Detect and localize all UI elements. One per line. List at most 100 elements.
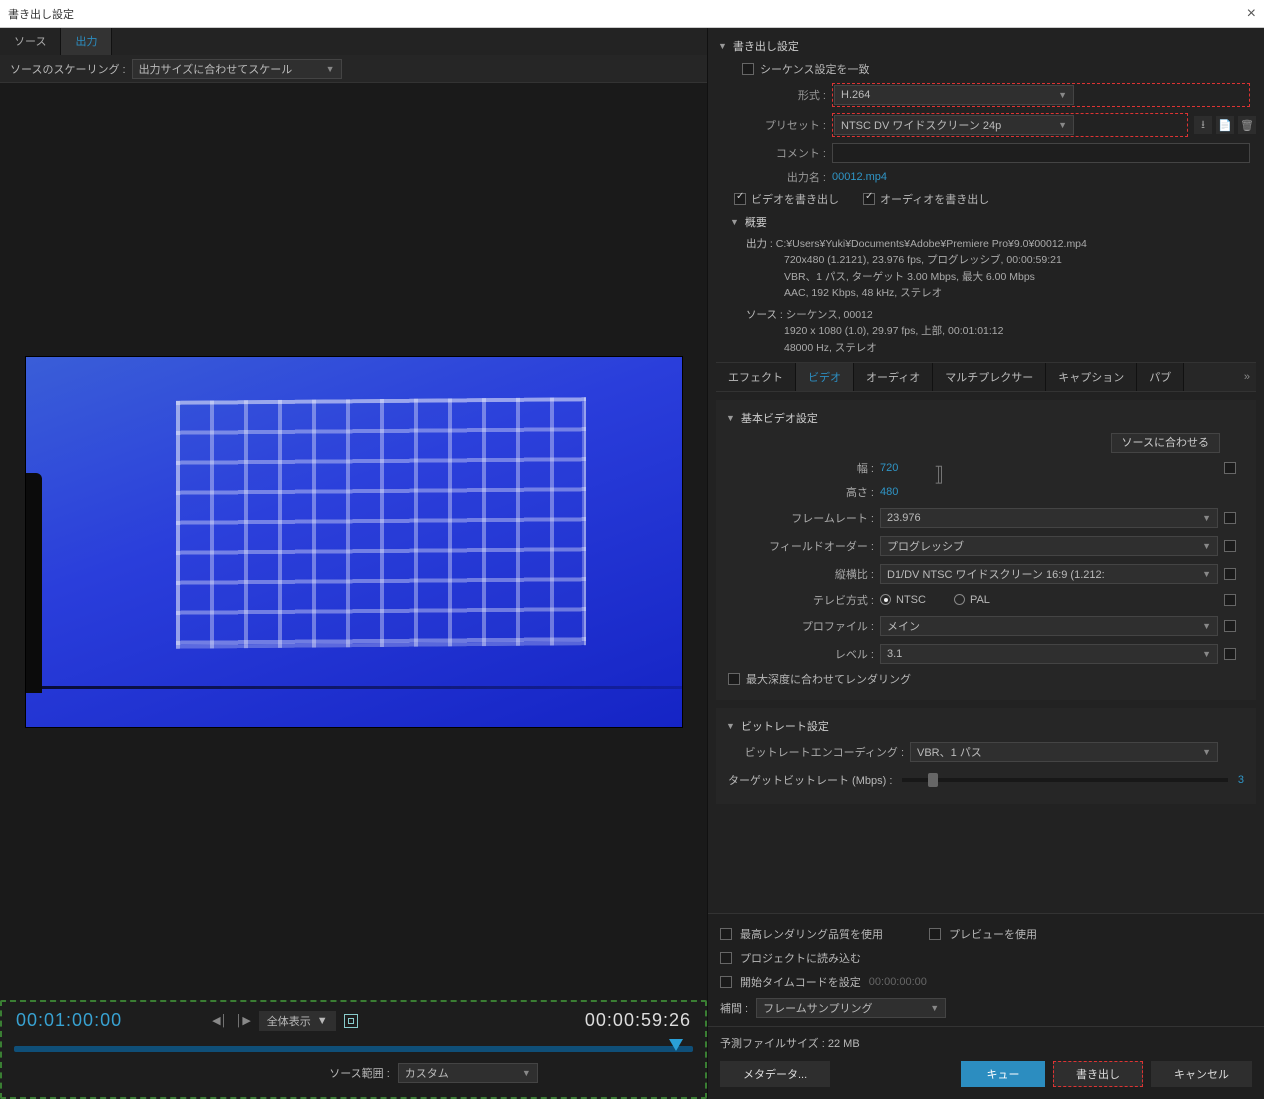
- timecode-in[interactable]: 00:01:00:00: [16, 1010, 122, 1031]
- max-quality-checkbox[interactable]: [720, 928, 732, 940]
- pal-label: PAL: [970, 594, 990, 606]
- timeline-panel: 00:01:00:00 ◀│ │▶ 全体表示▼ 00:00:59:26 ソース範…: [0, 1000, 707, 1099]
- twirl-down-icon: ▼: [726, 721, 735, 731]
- tab-effects[interactable]: エフェクト: [716, 363, 796, 391]
- max-depth-label: 最大深度に合わせてレンダリング: [746, 671, 911, 687]
- summary-source-name: シーケンス, 00012: [786, 309, 873, 321]
- profile-lock-checkbox[interactable]: [1224, 620, 1236, 632]
- height-value[interactable]: 480: [880, 486, 1218, 498]
- aspect-dropdown[interactable]: D1/DV NTSC ワイドスクリーン 16:9 (1.212:▼: [880, 564, 1218, 584]
- start-timecode-label: 開始タイムコードを設定: [740, 974, 861, 990]
- match-sequence-checkbox[interactable]: [742, 63, 754, 75]
- comment-input[interactable]: [832, 143, 1250, 163]
- step-fwd-icon[interactable]: │▶: [235, 1014, 250, 1027]
- bitrate-header[interactable]: ▼ ビットレート設定: [724, 714, 1248, 738]
- profile-dropdown[interactable]: メイン▼: [880, 616, 1218, 636]
- cancel-button[interactable]: キャンセル: [1151, 1061, 1252, 1087]
- output-name-label: 出力名 :: [726, 169, 826, 185]
- export-audio-checkbox[interactable]: [863, 193, 875, 205]
- match-source-button[interactable]: ソースに合わせる: [1111, 433, 1220, 453]
- source-range-dropdown[interactable]: カスタム▼: [398, 1063, 538, 1083]
- level-label: レベル :: [724, 646, 874, 662]
- crop-icon[interactable]: [344, 1014, 358, 1028]
- close-icon[interactable]: ×: [1247, 5, 1256, 23]
- pal-radio[interactable]: [954, 594, 965, 605]
- caret-down-icon: ▼: [1202, 621, 1211, 631]
- tv-lock-checkbox[interactable]: [1224, 594, 1236, 606]
- summary-header[interactable]: ▼ 概要: [716, 210, 1256, 234]
- link-dimensions-icon[interactable]: ⟧: [934, 462, 944, 487]
- caret-down-icon: ▼: [1202, 747, 1211, 757]
- export-video-checkbox[interactable]: [734, 193, 746, 205]
- save-preset-icon[interactable]: ⭳: [1194, 116, 1212, 134]
- summary-source-video: 1920 x 1080 (1.0), 29.97 fps, 上部, 00:01:…: [784, 323, 1003, 339]
- caret-down-icon: ▼: [326, 64, 335, 74]
- tab-caption[interactable]: キャプション: [1046, 363, 1137, 391]
- queue-button[interactable]: キュー: [961, 1061, 1045, 1087]
- start-timecode-value: 00:00:00:00: [869, 976, 927, 988]
- profile-label: プロファイル :: [724, 618, 874, 634]
- summary-output-label: 出力 :: [746, 238, 773, 250]
- width-lock-checkbox[interactable]: [1224, 462, 1236, 474]
- level-lock-checkbox[interactable]: [1224, 648, 1236, 660]
- summary-output-audio: AAC, 192 Kbps, 48 kHz, ステレオ: [784, 285, 942, 301]
- import-project-label: プロジェクトに読み込む: [740, 950, 861, 966]
- tab-video[interactable]: ビデオ: [796, 363, 854, 391]
- fps-lock-checkbox[interactable]: [1224, 512, 1236, 524]
- import-project-checkbox[interactable]: [720, 952, 732, 964]
- preset-label: プリセット :: [726, 117, 826, 133]
- summary-source-audio: 48000 Hz, ステレオ: [784, 340, 877, 356]
- summary-output-bitrate: VBR、1 パス, ターゲット 3.00 Mbps, 最大 6.00 Mbps: [784, 269, 1035, 285]
- aspect-lock-checkbox[interactable]: [1224, 568, 1236, 580]
- target-bitrate-label: ターゲットビットレート (Mbps) :: [728, 772, 892, 788]
- scaling-dropdown[interactable]: 出力サイズに合わせてスケール ▼: [132, 59, 342, 79]
- tabs-overflow-icon[interactable]: »: [1238, 371, 1256, 383]
- max-depth-checkbox[interactable]: [728, 673, 740, 685]
- field-lock-checkbox[interactable]: [1224, 540, 1236, 552]
- basic-video-header[interactable]: ▼ 基本ビデオ設定: [724, 406, 1248, 430]
- tab-publish[interactable]: パブ: [1137, 363, 1184, 391]
- comment-label: コメント :: [726, 145, 826, 161]
- step-back-icon[interactable]: ◀│: [212, 1014, 227, 1027]
- filesize-value: 22 MB: [828, 1038, 860, 1050]
- summary-output-video: 720x480 (1.2121), 23.976 fps, プログレッシブ, 0…: [784, 252, 1062, 268]
- twirl-down-icon: ▼: [726, 413, 735, 423]
- preview-content-grid: [176, 397, 586, 649]
- output-name-link[interactable]: 00012.mp4: [832, 171, 1250, 183]
- width-label: 幅 :: [724, 460, 874, 476]
- import-preset-icon[interactable]: 📄: [1216, 116, 1234, 134]
- max-quality-label: 最高レンダリング品質を使用: [740, 926, 883, 942]
- export-button[interactable]: 書き出し: [1053, 1061, 1143, 1087]
- preset-dropdown[interactable]: NTSC DV ワイドスクリーン 24p▼: [834, 115, 1074, 135]
- bitrate-encoding-dropdown[interactable]: VBR、1 パス▼: [910, 742, 1218, 762]
- preview-frame: [25, 356, 683, 728]
- use-preview-checkbox[interactable]: [929, 928, 941, 940]
- framerate-dropdown[interactable]: 23.976▼: [880, 508, 1218, 528]
- tab-audio[interactable]: オーディオ: [854, 363, 933, 391]
- zoom-fit-dropdown[interactable]: 全体表示▼: [259, 1011, 336, 1031]
- delete-preset-icon[interactable]: 🗑: [1238, 116, 1256, 134]
- target-bitrate-value[interactable]: 3: [1238, 774, 1244, 786]
- summary-output-path: C:¥Users¥Yuki¥Documents¥Adobe¥Premiere P…: [776, 238, 1087, 250]
- timecode-out[interactable]: 00:00:59:26: [585, 1010, 691, 1031]
- caret-down-icon: ▼: [1202, 541, 1211, 551]
- caret-down-icon: ▼: [930, 1003, 939, 1013]
- fieldorder-dropdown[interactable]: プログレッシブ▼: [880, 536, 1218, 556]
- ntsc-radio[interactable]: [880, 594, 891, 605]
- width-value[interactable]: 720: [880, 462, 1218, 474]
- level-dropdown[interactable]: 3.1▼: [880, 644, 1218, 664]
- target-bitrate-slider[interactable]: [902, 778, 1227, 782]
- interpolation-dropdown[interactable]: フレームサンプリング▼: [756, 998, 946, 1018]
- metadata-button[interactable]: メタデータ...: [720, 1061, 830, 1087]
- ntsc-label: NTSC: [896, 594, 926, 606]
- start-timecode-checkbox[interactable]: [720, 976, 732, 988]
- caret-down-icon: ▼: [1202, 513, 1211, 523]
- tab-multiplexer[interactable]: マルチプレクサー: [933, 363, 1046, 391]
- filesize-label: 予測ファイルサイズ :: [720, 1038, 825, 1050]
- tab-source[interactable]: ソース: [0, 28, 61, 55]
- export-settings-header[interactable]: ▼ 書き出し設定: [716, 34, 1256, 58]
- tab-output[interactable]: 出力: [61, 28, 112, 55]
- scaling-label: ソースのスケーリング :: [10, 61, 126, 77]
- timeline-track[interactable]: [14, 1041, 693, 1057]
- format-dropdown[interactable]: H.264▼: [834, 85, 1074, 105]
